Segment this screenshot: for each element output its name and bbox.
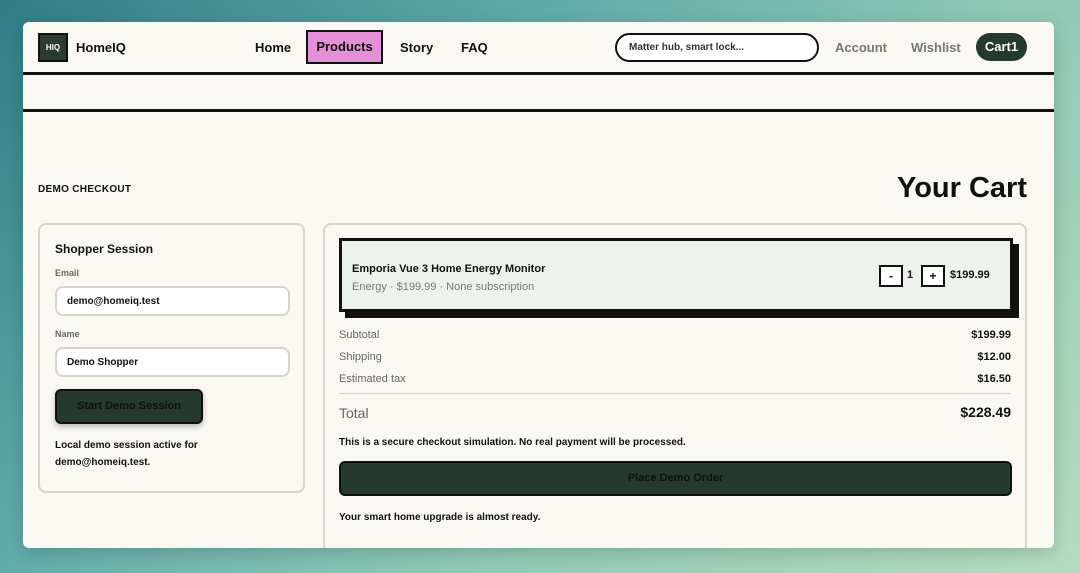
start-demo-session-button[interactable]: Start Demo Session [55,389,203,424]
checkout-notice: This is a secure checkout simulation. No… [339,437,686,448]
summary-divider [339,393,1011,394]
nav-home[interactable]: Home [255,40,291,55]
tax-value: $16.50 [977,373,1011,385]
cart-button[interactable]: Cart1 [976,33,1027,61]
ready-note: Your smart home upgrade is almost ready. [339,512,541,523]
brand-name[interactable]: HomeIQ [76,40,126,55]
item-price: $199.99 [950,269,990,281]
total-value: $228.49 [960,404,1011,420]
shipping-label: Shipping [339,351,382,363]
subtotal-label: Subtotal [339,329,380,341]
page-eyebrow: DEMO CHECKOUT [38,184,132,195]
place-demo-order-button[interactable]: Place Demo Order [339,461,1012,496]
browser-window: HIQ HomeIQ Home Products Story FAQ Accou… [23,22,1054,548]
shopper-session-card: Shopper Session Email Name Start Demo Se… [38,223,305,493]
subtotal-value: $199.99 [971,329,1011,341]
cart-item: Emporia Vue 3 Home Energy Monitor Energy… [339,238,1013,312]
item-meta: Energy · $199.99 · None subscription [352,281,535,293]
nav-products[interactable]: Products [306,30,383,64]
email-field[interactable] [55,286,290,316]
page-title: Your Cart [897,172,1027,204]
wishlist-link[interactable]: Wishlist [911,40,961,55]
increase-quantity-button[interactable]: + [921,265,945,287]
logo-icon[interactable]: HIQ [38,33,68,62]
session-title: Shopper Session [55,242,154,256]
tax-label: Estimated tax [339,373,406,385]
item-quantity: 1 [907,269,914,281]
site-header: HIQ HomeIQ Home Products Story FAQ Accou… [23,22,1054,75]
shipping-value: $12.00 [977,351,1011,363]
item-name: Emporia Vue 3 Home Energy Monitor [352,263,546,275]
account-link[interactable]: Account [835,40,887,55]
nav-story[interactable]: Story [400,40,433,55]
email-label: Email [55,268,80,278]
decrease-quantity-button[interactable]: - [879,265,903,287]
name-label: Name [55,329,80,339]
session-status-note: Local demo session active for demo@homei… [55,440,198,468]
cart-summary-card: Emporia Vue 3 Home Energy Monitor Energy… [323,223,1027,548]
nav-faq[interactable]: FAQ [461,40,488,55]
total-label: Total [339,405,369,421]
name-field[interactable] [55,347,290,377]
sub-header-bar [23,78,1054,112]
search-input[interactable] [615,33,819,62]
